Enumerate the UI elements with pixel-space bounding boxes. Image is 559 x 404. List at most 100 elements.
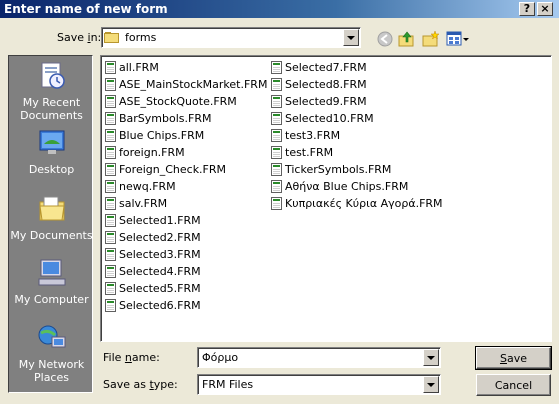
form-file-icon (105, 248, 116, 261)
place-desktop[interactable]: Desktop (9, 128, 94, 176)
file-name: Selected4.FRM (119, 265, 201, 278)
form-file-icon (105, 197, 116, 210)
form-file-icon (271, 197, 282, 210)
file-item[interactable]: foreign.FRM (105, 144, 267, 161)
form-file-icon (271, 146, 282, 159)
file-name-dropdown-button[interactable] (423, 349, 439, 366)
file-name: Αθήνα Blue Chips.FRM (285, 180, 409, 193)
file-item[interactable]: Selected4.FRM (105, 263, 267, 280)
chevron-down-icon (347, 35, 355, 40)
file-name: all.FRM (119, 61, 159, 74)
my-documents-icon (38, 196, 65, 221)
file-name: foreign.FRM (119, 146, 185, 159)
file-item[interactable]: ASE_MainStockMarket.FRM (105, 76, 267, 93)
cancel-button[interactable]: Cancel (476, 374, 551, 396)
file-item[interactable]: newq.FRM (105, 178, 267, 195)
save-as-type-value: FRM Files (202, 378, 254, 391)
save-in-dropdown-button[interactable] (343, 29, 359, 46)
file-name: Selected3.FRM (119, 248, 201, 261)
file-item[interactable]: all.FRM (105, 59, 267, 76)
file-item[interactable]: Selected10.FRM (271, 110, 443, 127)
file-item[interactable]: Selected5.FRM (105, 280, 267, 297)
save-in-label: Save in: (57, 31, 102, 44)
file-item[interactable]: ASE_StockQuote.FRM (105, 93, 267, 110)
file-name-input[interactable]: Φόρμο (198, 351, 423, 364)
form-file-icon (271, 180, 282, 193)
file-name-label: File name: (103, 351, 160, 364)
views-menu-icon[interactable] (446, 30, 470, 48)
chevron-down-icon (427, 382, 435, 387)
close-button[interactable]: × (537, 2, 553, 16)
form-file-icon (105, 180, 116, 193)
place-my-documents[interactable]: My Documents (9, 194, 94, 242)
form-file-icon (271, 61, 282, 74)
file-name: newq.FRM (119, 180, 176, 193)
file-name: Selected5.FRM (119, 282, 201, 295)
form-file-icon (105, 265, 116, 278)
form-file-icon (105, 112, 116, 125)
chevron-down-icon (427, 355, 435, 360)
place-label: My Recent Documents (20, 96, 83, 122)
file-name: TickerSymbols.FRM (285, 163, 392, 176)
form-file-icon (105, 129, 116, 142)
place-label: Desktop (28, 163, 75, 176)
file-item[interactable]: Selected3.FRM (105, 246, 267, 263)
file-item[interactable]: Blue Chips.FRM (105, 127, 267, 144)
file-name: Blue Chips.FRM (119, 129, 205, 142)
file-item[interactable]: Αθήνα Blue Chips.FRM (271, 178, 443, 195)
file-item[interactable]: Selected1.FRM (105, 212, 267, 229)
place-label: My Documents (10, 229, 93, 242)
place-network-places[interactable]: My Network Places (9, 323, 94, 384)
file-name: test.FRM (285, 146, 334, 159)
file-item[interactable]: Selected9.FRM (271, 93, 443, 110)
dialog-title: Enter name of new form (4, 2, 168, 16)
place-label: My Network Places (18, 358, 85, 384)
file-name-field[interactable]: Φόρμο (197, 347, 441, 368)
save-as-type-select[interactable]: FRM Files (197, 374, 441, 395)
file-name: Selected9.FRM (285, 95, 367, 108)
place-recent-documents[interactable]: My Recent Documents (9, 61, 94, 122)
form-file-icon (271, 129, 282, 142)
file-item[interactable]: Selected2.FRM (105, 229, 267, 246)
file-name: Κυπριακές Κύρια Αγορά.FRM (285, 197, 443, 210)
form-file-icon (105, 299, 116, 312)
help-button[interactable]: ? (519, 2, 535, 16)
save-in-value: forms (125, 31, 157, 44)
file-name: Selected6.FRM (119, 299, 201, 312)
recent-documents-icon (41, 62, 65, 89)
file-name: Foreign_Check.FRM (119, 163, 227, 176)
up-folder-icon[interactable] (398, 30, 416, 48)
file-item[interactable]: TickerSymbols.FRM (271, 161, 443, 178)
file-column-2: Selected7.FRM Selected8.FRM Selected9.FRM S… (271, 59, 443, 212)
save-as-type-dropdown-button[interactable] (423, 376, 439, 393)
file-item[interactable]: Selected6.FRM (105, 297, 267, 314)
place-label: My Computer (14, 293, 89, 306)
form-file-icon (271, 112, 282, 125)
file-name: BarSymbols.FRM (119, 112, 212, 125)
place-my-computer[interactable]: My Computer (9, 258, 94, 306)
form-file-icon (271, 95, 282, 108)
save-as-type-label: Save as type: (103, 378, 178, 391)
file-item[interactable]: Foreign_Check.FRM (105, 161, 267, 178)
file-item[interactable]: Selected7.FRM (271, 59, 443, 76)
file-name: Selected1.FRM (119, 214, 201, 227)
file-item[interactable]: test.FRM (271, 144, 443, 161)
file-name: salv.FRM (119, 197, 168, 210)
file-item[interactable]: test3.FRM (271, 127, 443, 144)
file-item[interactable]: Selected8.FRM (271, 76, 443, 93)
file-item[interactable]: salv.FRM (105, 195, 267, 212)
form-file-icon (105, 214, 116, 227)
file-item[interactable]: BarSymbols.FRM (105, 110, 267, 127)
file-list[interactable]: all.FRM ASE_MainStockMarket.FRM ASE_StockQ… (100, 55, 552, 342)
file-item[interactable]: Κυπριακές Κύρια Αγορά.FRM (271, 195, 443, 212)
new-folder-icon[interactable] (422, 30, 440, 48)
form-file-icon (105, 95, 116, 108)
file-name: test3.FRM (285, 129, 341, 142)
form-file-icon (105, 78, 116, 91)
file-column-1: all.FRM ASE_MainStockMarket.FRM ASE_StockQ… (105, 59, 267, 314)
form-file-icon (105, 163, 116, 176)
save-in-combo[interactable]: forms (101, 27, 361, 48)
save-button[interactable]: Save (475, 346, 552, 370)
back-icon[interactable] (376, 30, 394, 48)
form-file-icon (271, 163, 282, 176)
